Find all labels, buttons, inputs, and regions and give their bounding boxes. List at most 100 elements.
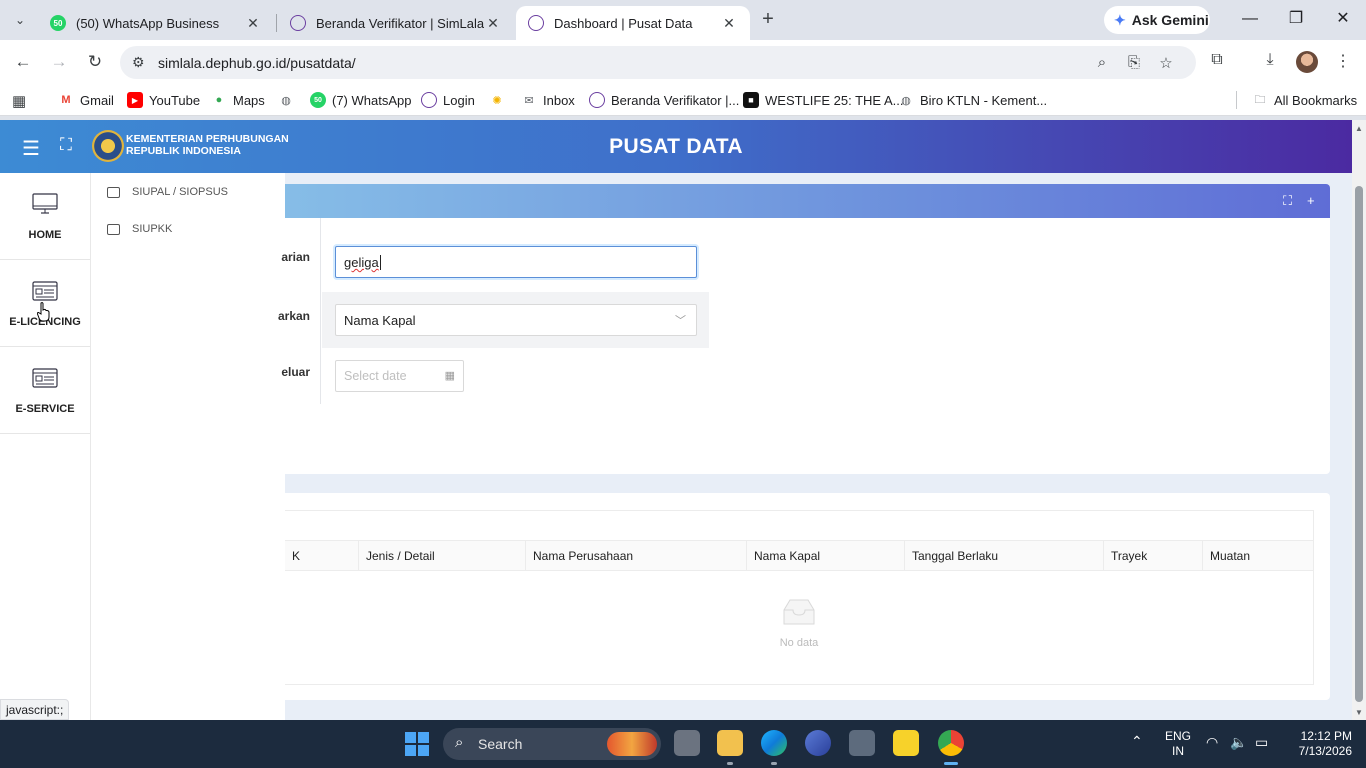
column-header[interactable]: Trayek — [1103, 541, 1202, 570]
windows-start-icon[interactable] — [405, 732, 429, 756]
scrollbar-thumb[interactable] — [1355, 186, 1363, 702]
menu-icon[interactable]: ⋮ — [1332, 51, 1354, 73]
site-info-icon[interactable]: ⚙ — [132, 54, 145, 71]
id-card-icon — [32, 368, 58, 388]
show-hidden-icons[interactable]: ⌃ — [1131, 733, 1143, 750]
column-header[interactable]: Jenis / Detail — [358, 541, 525, 570]
label-berdasarkan: arkan — [277, 309, 310, 323]
app-icon[interactable] — [805, 730, 831, 756]
browser-tab-strip: ⌄ 50 (50) WhatsApp Business ✕ Beranda Ve… — [0, 0, 1366, 40]
ask-gemini-button[interactable]: ✦ Ask Gemini — [1104, 6, 1210, 34]
address-bar[interactable]: ⚙ simlala.dephub.go.id/pusatdata/ ⌕ ⎘ ☆ — [120, 46, 1196, 79]
bookmark-westlife[interactable]: ■ WESTLIFE 25: THE A... — [743, 92, 903, 108]
running-indicator — [727, 762, 733, 765]
back-icon[interactable]: ← — [11, 50, 35, 74]
url-text[interactable]: simlala.dephub.go.id/pusatdata/ — [158, 55, 356, 71]
search-input[interactable]: geliga — [335, 246, 697, 278]
search-icon: ⌕ — [455, 734, 464, 751]
bookmark-label: Gmail — [80, 92, 114, 108]
clock-date: 7/13/2026 — [1298, 744, 1352, 758]
globe-icon — [421, 92, 437, 108]
bookmark-gmail[interactable]: M Gmail — [58, 92, 114, 108]
column-header[interactable]: Nama Kapal — [746, 541, 904, 570]
restore-icon[interactable]: ❐ — [1284, 8, 1308, 32]
bookmark-pinwheel[interactable]: ✺ — [489, 92, 511, 108]
page-title: PUSAT DATA — [609, 135, 743, 158]
scroll-down-icon[interactable]: ▼ — [1355, 708, 1363, 717]
all-bookmarks[interactable]: 🗀 All Bookmarks — [1252, 92, 1358, 108]
rail-item-e-service[interactable]: E-SERVICE — [0, 347, 90, 434]
minimize-icon[interactable]: — — [1238, 8, 1262, 32]
apps-grid-icon[interactable]: ▦ — [12, 92, 26, 110]
tab-pusat-data[interactable]: Dashboard | Pusat Data ✕ — [516, 6, 750, 40]
close-tab-icon[interactable]: ✕ — [244, 15, 262, 32]
volume-icon[interactable]: 🔈 — [1230, 734, 1247, 751]
clock-time: 12:12 PM — [1300, 729, 1352, 743]
submenu-label: SIUPKK — [132, 223, 173, 235]
expand-icon[interactable]: ⛶ — [1283, 193, 1292, 209]
chrome-icon[interactable] — [938, 730, 964, 756]
icon-rail: HOME E-LICENCING E-SERVICE — [0, 173, 91, 720]
bookmark-globe[interactable]: ◍ — [278, 92, 300, 108]
bookmark-star-icon[interactable]: ☆ — [1156, 54, 1176, 74]
camera-icon[interactable] — [849, 730, 875, 756]
battery-icon[interactable]: ▭ — [1255, 734, 1268, 751]
edge-icon[interactable] — [761, 730, 787, 756]
bookmark-inbox[interactable]: ✉ Inbox — [521, 92, 574, 108]
submenu-item-siupal[interactable]: SIUPAL / SIOPSUS — [107, 186, 228, 198]
table-header: K Jenis / Detail Nama Perusahaan Nama Ka… — [285, 540, 1313, 571]
language-indicator[interactable]: ENG IN — [1165, 729, 1191, 759]
wifi-icon[interactable]: ◠ — [1206, 734, 1218, 751]
status-bar-url: javascript:; — [0, 699, 70, 720]
download-icon[interactable]: ⤓ — [1259, 51, 1281, 73]
tab-simlala[interactable]: Beranda Verifikator | SimLala ✕ — [278, 6, 514, 40]
install-app-icon[interactable]: ⎘ — [1124, 54, 1144, 74]
new-tab-icon[interactable]: + — [756, 8, 780, 32]
page-viewport: ☰ ⛶ KEMENTERIAN PERHUBUNGAN REPUBLIK IND… — [0, 120, 1352, 720]
taskbar-search[interactable]: ⌕ Search — [443, 728, 661, 760]
file-explorer-icon[interactable] — [717, 730, 743, 756]
search-by-select[interactable]: Nama Kapal ﹀ — [335, 304, 697, 336]
task-view-icon[interactable] — [674, 730, 700, 756]
text-caret — [379, 255, 381, 270]
zoom-icon[interactable]: ⌕ — [1092, 54, 1112, 74]
profile-avatar[interactable] — [1296, 51, 1318, 73]
globe-icon — [528, 15, 544, 31]
search-highlight-art — [607, 732, 657, 756]
forward-icon[interactable]: → — [47, 50, 71, 74]
column-header[interactable]: Nama Perusahaan — [525, 541, 746, 570]
chevron-down-icon: ﹀ — [675, 315, 686, 327]
date-picker[interactable]: Select date ▦ — [335, 360, 464, 392]
bookmark-verifikator[interactable]: Beranda Verifikator |... — [589, 92, 739, 108]
bookmark-whatsapp[interactable]: 50 (7) WhatsApp — [310, 92, 411, 108]
globe-icon — [589, 92, 605, 108]
checkbox-icon[interactable] — [107, 223, 120, 235]
rail-item-home[interactable]: HOME — [0, 173, 90, 260]
extensions-icon[interactable]: ⧉ — [1206, 51, 1228, 73]
tab-whatsapp[interactable]: 50 (50) WhatsApp Business ✕ — [38, 6, 274, 40]
close-window-icon[interactable]: ✕ — [1331, 8, 1355, 32]
close-tab-icon[interactable]: ✕ — [720, 15, 738, 32]
bookmark-label: (7) WhatsApp — [332, 92, 412, 108]
column-header[interactable]: K — [285, 541, 358, 570]
whatsapp-icon: 50 — [50, 15, 66, 31]
bookmark-youtube[interactable]: ▶ YouTube — [127, 92, 200, 108]
bookmark-maps[interactable]: ● Maps — [211, 92, 265, 108]
column-header[interactable]: Tanggal Berlaku — [904, 541, 1103, 570]
results-table: K Jenis / Detail Nama Perusahaan Nama Ka… — [285, 510, 1314, 685]
submenu-item-siupkk[interactable]: SIUPKK — [107, 223, 172, 235]
reload-icon[interactable]: ↻ — [83, 50, 107, 74]
scroll-up-icon[interactable]: ▲ — [1355, 124, 1363, 133]
plus-icon[interactable]: + — [1307, 193, 1315, 208]
checkbox-icon[interactable] — [107, 186, 120, 198]
bookmark-login[interactable]: Login — [421, 92, 475, 108]
column-header[interactable]: Muatan — [1202, 541, 1313, 570]
clock[interactable]: 12:12 PM 7/13/2026 — [1292, 729, 1352, 759]
page-scrollbar[interactable]: ▲ ▼ — [1352, 120, 1366, 720]
bookmark-biro-ktln[interactable]: ◍ Biro KTLN - Kement... — [898, 92, 1047, 108]
sticky-notes-icon[interactable] — [893, 730, 919, 756]
tab-search-icon[interactable]: ⌄ — [6, 7, 34, 33]
close-tab-icon[interactable]: ✕ — [484, 15, 502, 32]
bookmark-label: Maps — [233, 92, 265, 108]
bookmarks-divider — [1236, 91, 1237, 109]
